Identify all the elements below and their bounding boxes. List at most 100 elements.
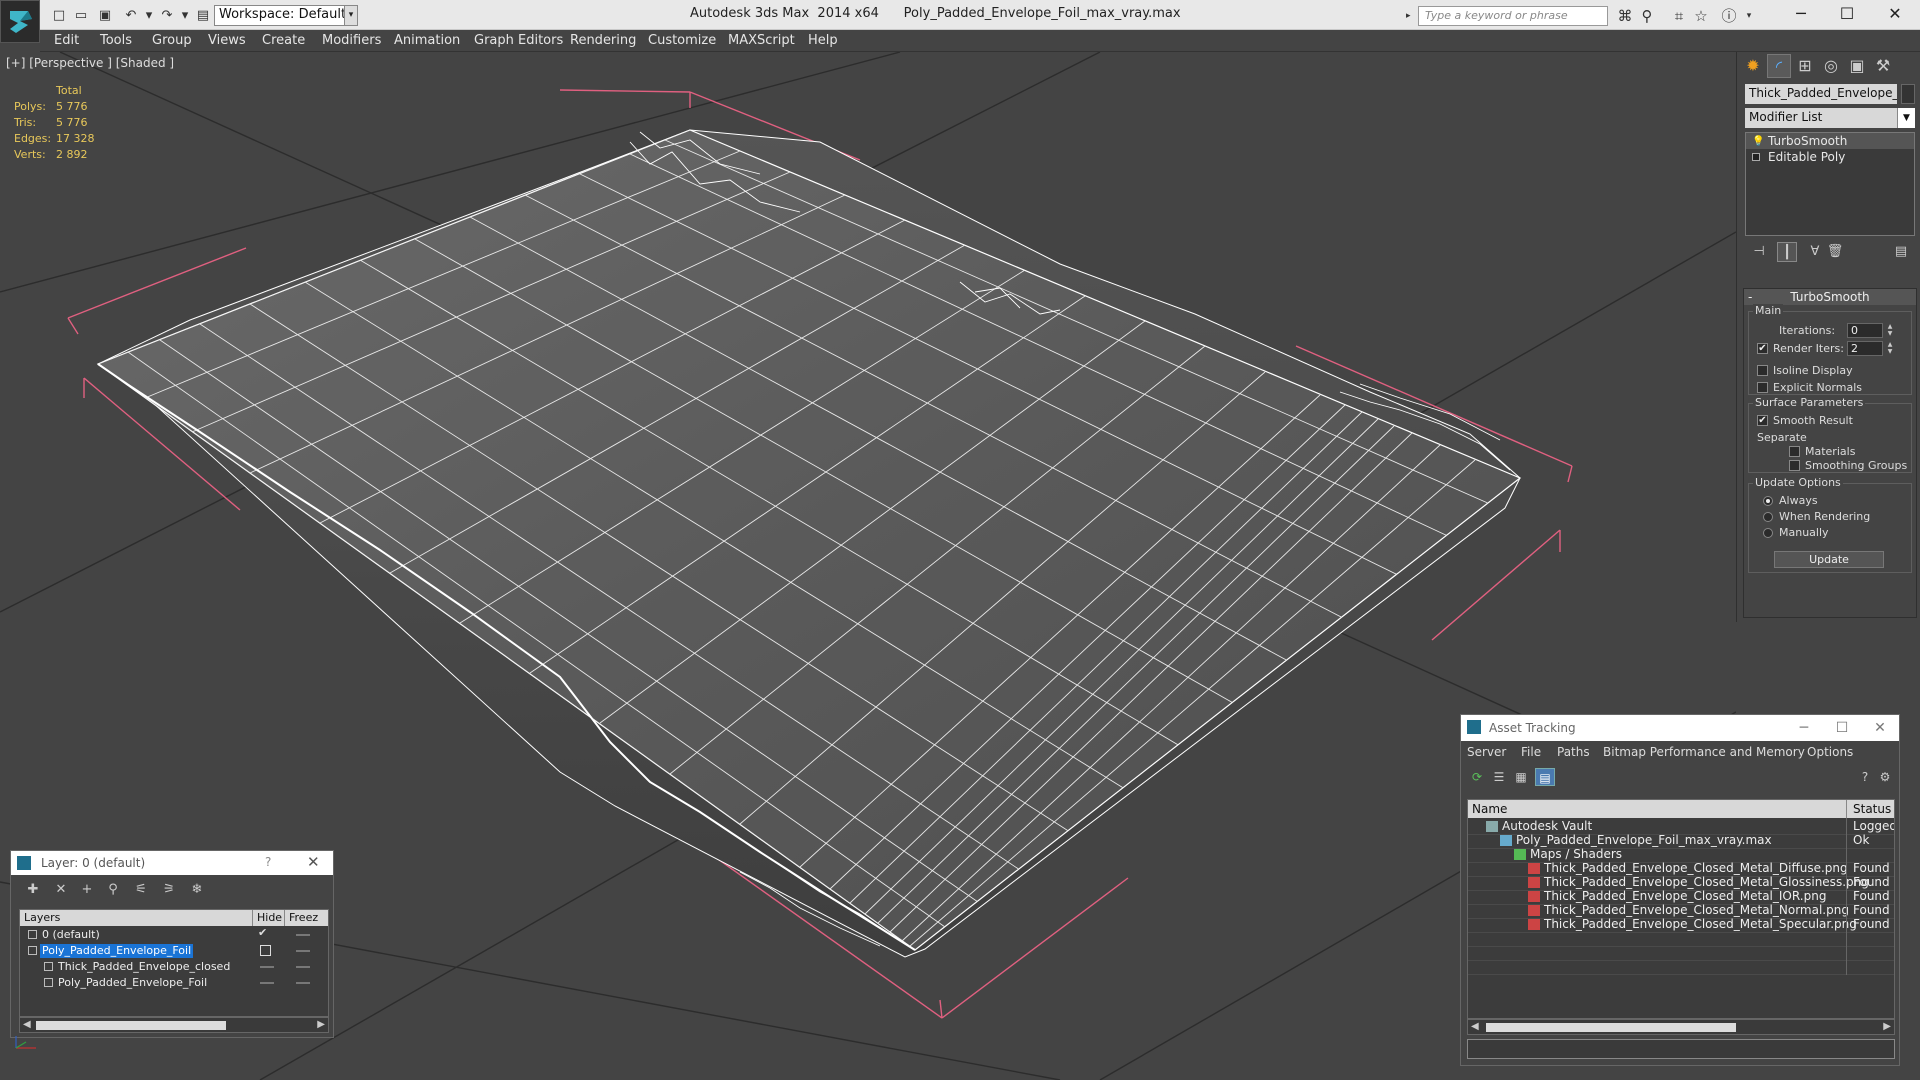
explicit-normals-checkbox[interactable]: [1757, 382, 1768, 393]
expand-box-icon[interactable]: [1752, 153, 1760, 161]
utilities-tab-icon[interactable]: ⚒: [1871, 54, 1895, 78]
close-icon[interactable]: ✕: [307, 853, 320, 871]
favorites-star-icon[interactable]: ☆: [1690, 6, 1712, 26]
menu-animation[interactable]: Animation: [394, 33, 460, 48]
layer-horizontal-scrollbar[interactable]: ◀ ▶: [19, 1017, 329, 1033]
workspace-expand-icon[interactable]: ▾: [344, 5, 358, 26]
menu-create[interactable]: Create: [262, 33, 305, 48]
viewport-label[interactable]: [+] [Perspective ] [Shaded ]: [6, 56, 174, 70]
update-manually-radio[interactable]: [1763, 528, 1773, 538]
layer-name[interactable]: 0 (default): [40, 928, 102, 942]
redo-dropdown-icon[interactable]: ▾: [176, 6, 194, 24]
binoculars-icon[interactable]: ⌘: [1614, 6, 1636, 26]
update-when-rendering-radio[interactable]: [1763, 512, 1773, 522]
set-current-layer-box[interactable]: [260, 945, 271, 956]
select-objects-icon[interactable]: ⚲: [103, 881, 123, 899]
subscription-icon[interactable]: ⚲: [1636, 6, 1658, 26]
hide-toggle[interactable]: [260, 966, 274, 968]
create-layer-icon[interactable]: ✚: [23, 881, 43, 899]
help-icon[interactable]: ?: [265, 855, 271, 869]
layer-row[interactable]: Thick_Padded_Envelope_closed: [20, 959, 328, 975]
help-dropdown-icon[interactable]: ▾: [1738, 6, 1760, 26]
stack-item-turbosmooth[interactable]: 💡 TurboSmooth: [1746, 133, 1914, 149]
lightbulb-icon[interactable]: 💡: [1752, 134, 1764, 150]
column-status[interactable]: Status: [1846, 800, 1891, 818]
new-file-icon[interactable]: □: [50, 6, 68, 24]
iterations-spin-arrows-icon[interactable]: ▲ ▼: [1885, 323, 1895, 338]
modify-tab-icon[interactable]: ◜: [1767, 54, 1791, 78]
app-menu-button[interactable]: [0, 0, 40, 43]
undo-icon[interactable]: ↶: [122, 6, 140, 24]
update-button[interactable]: Update: [1774, 551, 1884, 568]
asset-horizontal-scrollbar[interactable]: ◀ ▶: [1467, 1019, 1895, 1035]
render-iters-checkbox[interactable]: ✔: [1757, 343, 1768, 354]
help-icon[interactable]: ⓘ: [1718, 6, 1740, 26]
column-name[interactable]: Name: [1472, 802, 1507, 816]
minimize-icon[interactable]: ─: [1789, 717, 1819, 739]
workspace-dropdown[interactable]: Workspace: Default ▾: [214, 5, 358, 26]
menu-views[interactable]: Views: [208, 33, 246, 48]
asset-tracking-titlebar[interactable]: Asset Tracking ─ ☐ ✕: [1461, 715, 1899, 741]
scroll-left-icon[interactable]: ◀: [23, 1019, 31, 1030]
help-icon[interactable]: ?: [1855, 768, 1875, 786]
make-unique-icon[interactable]: ∀: [1805, 242, 1825, 262]
add-to-layer-icon[interactable]: +: [77, 881, 97, 899]
close-icon[interactable]: ✕: [1865, 717, 1895, 739]
menu-group[interactable]: Group: [152, 33, 192, 48]
hide-all-icon[interactable]: ⚞: [159, 881, 179, 899]
show-end-result-icon[interactable]: ┃: [1777, 242, 1797, 262]
modifier-list-dropdown[interactable]: Modifier List ▼: [1745, 108, 1915, 128]
menu-maxscript[interactable]: MAXScript: [728, 33, 795, 48]
pin-stack-icon[interactable]: ⊣: [1749, 242, 1769, 262]
table-view-icon[interactable]: ▤: [1535, 768, 1555, 786]
minimize-icon[interactable]: ─: [1778, 0, 1824, 30]
smooth-result-checkbox[interactable]: ✔: [1757, 415, 1768, 426]
menu-paths[interactable]: Paths: [1557, 745, 1590, 759]
freeze-all-icon[interactable]: ❄: [187, 881, 207, 899]
undo-dropdown-icon[interactable]: ▾: [140, 6, 158, 24]
delete-layer-icon[interactable]: ✕: [51, 881, 71, 899]
save-file-icon[interactable]: ▣: [96, 6, 114, 24]
update-always-radio[interactable]: [1763, 496, 1773, 506]
menu-server[interactable]: Server: [1467, 745, 1506, 759]
redo-icon[interactable]: ↷: [158, 6, 176, 24]
menu-modifiers[interactable]: Modifiers: [322, 33, 381, 48]
menu-tools[interactable]: Tools: [100, 33, 132, 48]
scroll-right-icon[interactable]: ▶: [317, 1019, 325, 1030]
hierarchy-tab-icon[interactable]: ⊞: [1793, 54, 1817, 78]
thumbnail-view-icon[interactable]: ▦: [1511, 768, 1531, 786]
materials-checkbox[interactable]: [1789, 446, 1800, 457]
column-hide[interactable]: Hide: [252, 910, 282, 926]
display-tab-icon[interactable]: ▣: [1845, 54, 1869, 78]
layer-manager-titlebar[interactable]: Layer: 0 (default) ? ✕: [11, 851, 333, 875]
layer-name[interactable]: Thick_Padded_Envelope_closed: [56, 960, 232, 974]
refresh-icon[interactable]: ⟳: [1467, 768, 1487, 786]
search-input[interactable]: Type a keyword or phrase: [1418, 6, 1608, 26]
scroll-thumb[interactable]: [36, 1021, 226, 1030]
column-freeze[interactable]: Freez: [284, 910, 328, 926]
layer-row[interactable]: Poly_Padded_Envelope_Foil: [20, 975, 328, 991]
menu-bitmap-performance[interactable]: Bitmap Performance and Memory: [1603, 745, 1805, 759]
object-color-swatch[interactable]: [1901, 84, 1915, 104]
render-iters-spinner[interactable]: 2: [1847, 341, 1883, 356]
open-file-icon[interactable]: ▭: [72, 6, 90, 24]
freeze-toggle[interactable]: [296, 934, 310, 936]
freeze-toggle[interactable]: [296, 950, 310, 952]
freeze-toggle[interactable]: [296, 966, 310, 968]
close-icon[interactable]: ✕: [1872, 0, 1918, 30]
iterations-spinner[interactable]: 0: [1847, 323, 1883, 338]
project-folder-icon[interactable]: ▤: [194, 6, 212, 24]
scroll-right-icon[interactable]: ▶: [1883, 1021, 1891, 1032]
menu-rendering[interactable]: Rendering: [570, 33, 636, 48]
menu-help[interactable]: Help: [808, 33, 838, 48]
communication-center-icon[interactable]: ⌗: [1668, 6, 1690, 26]
rollout-header[interactable]: - TurboSmooth: [1744, 289, 1916, 305]
menu-file[interactable]: File: [1521, 745, 1541, 759]
list-view-icon[interactable]: ☰: [1489, 768, 1509, 786]
menu-customize[interactable]: Customize: [648, 33, 716, 48]
current-layer-check-icon[interactable]: ✔: [258, 926, 267, 939]
scroll-thumb[interactable]: [1486, 1023, 1736, 1032]
layer-name[interactable]: Poly_Padded_Envelope_Foil: [40, 944, 194, 958]
settings-icon[interactable]: ⚙: [1875, 768, 1895, 786]
object-name-field[interactable]: Thick_Padded_Envelope_clos: [1745, 84, 1897, 104]
